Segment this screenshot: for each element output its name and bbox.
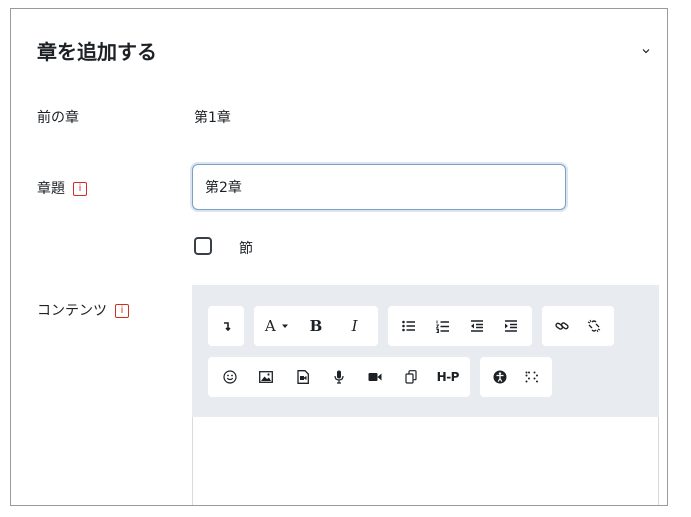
bold-button[interactable]: B bbox=[301, 311, 331, 341]
content-editor-body[interactable] bbox=[192, 417, 659, 505]
outdent-icon[interactable] bbox=[462, 311, 492, 341]
font-style-label: A bbox=[264, 317, 276, 335]
toolbar-group-lists bbox=[388, 306, 532, 346]
link-icon[interactable] bbox=[547, 311, 577, 341]
ordered-list-icon[interactable] bbox=[428, 311, 458, 341]
chapter-form-panel: 章を追加する 前の章 第1章 章題 i 節 コンテンツ i A B I bbox=[10, 8, 668, 506]
record-video-icon[interactable] bbox=[360, 362, 390, 392]
section-title: 章を追加する bbox=[37, 40, 157, 64]
collapse-icon[interactable] bbox=[212, 311, 242, 341]
italic-button[interactable]: I bbox=[340, 311, 370, 341]
content-label-row: コンテンツ i bbox=[37, 300, 129, 320]
chapter-title-input[interactable] bbox=[192, 164, 566, 210]
toolbar-group-accessibility bbox=[480, 357, 552, 397]
screenreader-helper-icon[interactable] bbox=[517, 362, 547, 392]
media-icon[interactable] bbox=[288, 362, 318, 392]
record-audio-icon[interactable] bbox=[324, 362, 354, 392]
chapter-title-label: 章題 bbox=[37, 181, 65, 197]
emoji-icon[interactable] bbox=[215, 362, 245, 392]
content-label: コンテンツ bbox=[37, 303, 107, 319]
font-dropdown-icon bbox=[281, 324, 288, 328]
unlink-icon[interactable] bbox=[579, 311, 609, 341]
font-style-button[interactable]: A bbox=[262, 311, 292, 341]
chapter-title-label-row: 章題 i bbox=[37, 178, 87, 198]
indent-icon[interactable] bbox=[496, 311, 526, 341]
h5p-icon[interactable]: H-P bbox=[433, 362, 463, 392]
subchapter-label: 節 bbox=[239, 241, 253, 257]
required-icon: i bbox=[115, 304, 129, 318]
toolbar-group-collapse bbox=[208, 306, 244, 346]
collapse-chevron-icon[interactable] bbox=[639, 43, 653, 57]
prev-chapter-label: 前の章 bbox=[37, 110, 79, 126]
toolbar-group-links bbox=[542, 306, 614, 346]
unordered-list-icon[interactable] bbox=[394, 311, 424, 341]
toolbar-group-insert: H-P bbox=[208, 357, 470, 397]
content-editor: A B I H-P bbox=[192, 285, 659, 505]
manage-files-icon[interactable] bbox=[397, 362, 427, 392]
subchapter-checkbox[interactable] bbox=[194, 237, 212, 255]
prev-chapter-value: 第1章 bbox=[194, 110, 231, 126]
image-icon[interactable] bbox=[251, 362, 281, 392]
toolbar-group-style: A B I bbox=[254, 306, 378, 346]
accessibility-checker-icon[interactable] bbox=[485, 362, 515, 392]
required-icon: i bbox=[73, 182, 87, 196]
